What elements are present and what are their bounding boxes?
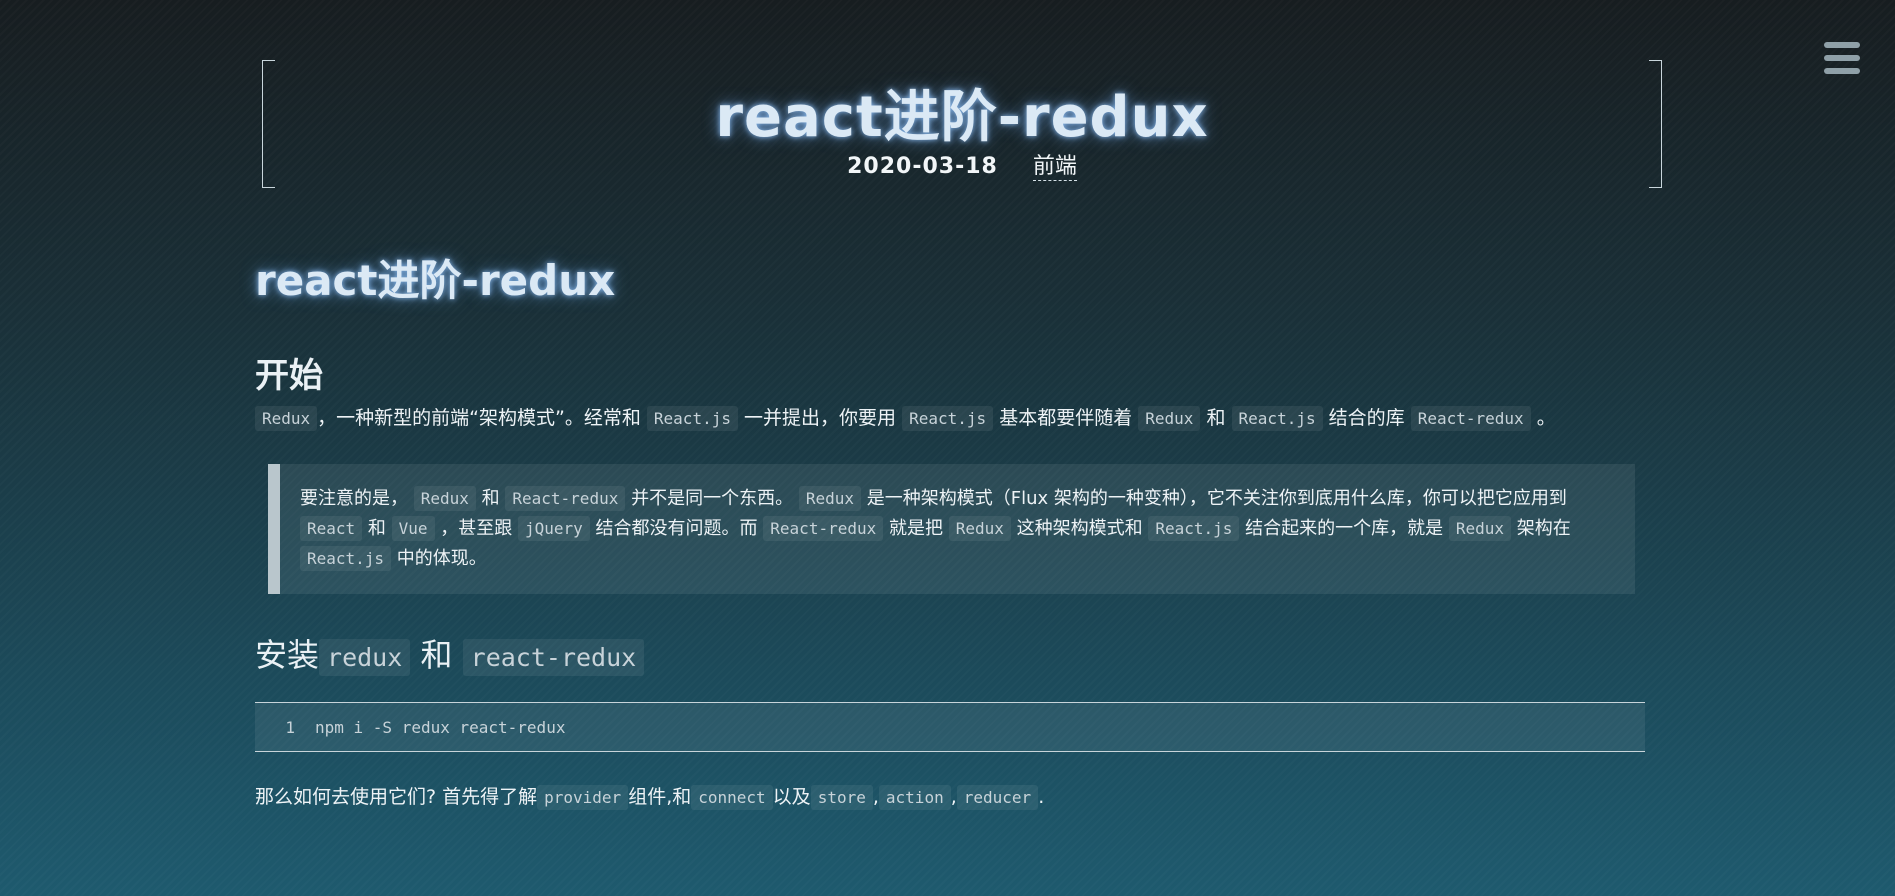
menu-toggle-button[interactable] (1824, 42, 1860, 74)
inline-code: Redux (798, 486, 861, 511)
usage-paragraph: 那么如何去使用它们? 首先得了解 provider 组件,和 connect 以及 sto… (255, 785, 1045, 810)
post-meta: 2020-03-18 前端 (262, 148, 1662, 181)
inline-code: jQuery (518, 516, 590, 541)
inline-code: React (300, 516, 363, 541)
inline-code: store (810, 785, 873, 810)
inline-code: Redux (1138, 406, 1201, 431)
inline-code: reducer (956, 785, 1039, 810)
code-line: npm i -S redux react-redux (315, 717, 566, 737)
inline-code: React-redux (763, 516, 884, 541)
hamburger-icon-bar (1824, 42, 1860, 48)
inline-code: Redux (255, 406, 318, 431)
post-date: 2020-03-18 (847, 154, 998, 179)
intro-paragraph: Redux ，一种新型的前端“架构模式”。经常和 React.js 一并提出，你要… (255, 403, 1645, 434)
inline-code: Redux (413, 486, 476, 511)
section-install: 安装 redux 和 react-redux (255, 630, 1645, 676)
hamburger-icon-bar (1824, 55, 1860, 61)
inline-code: React.js (300, 546, 392, 571)
inline-code: React.js (1231, 406, 1323, 431)
inline-code: React-redux (505, 486, 626, 511)
inline-code: React.js (1148, 516, 1240, 541)
hamburger-icon-bar (1824, 68, 1860, 74)
note-blockquote: 要注意的是， Redux 和 React-redux 并不是同一个东西。 Red… (268, 464, 1635, 594)
inline-code: Redux (1448, 516, 1512, 541)
section-heading-start: 开始 (255, 356, 323, 396)
article-heading: react进阶-redux (255, 256, 616, 305)
post-content: react进阶-redux 开始 Redux ，一种新型的前端“架构模式”。经常和… (255, 250, 1645, 813)
inline-code: React.js (902, 406, 994, 431)
inline-code: provider (537, 785, 629, 810)
inline-code: Redux (948, 516, 1011, 541)
inline-code: action (878, 785, 951, 810)
inline-code: Vue (391, 516, 435, 541)
section-heading-install: 安装 redux 和 react-redux (255, 630, 1645, 676)
code-block: 1 npm i -S redux react-redux (255, 702, 1645, 752)
inline-code: connect (691, 785, 773, 810)
post-header: react进阶-redux 2020-03-18 前端 (262, 60, 1662, 188)
post-title: react进阶-redux (715, 85, 1209, 150)
inline-code: React-redux (1410, 406, 1531, 431)
line-number: 1 (285, 717, 295, 737)
inline-code: React.js (646, 406, 738, 431)
post-category-link[interactable]: 前端 (1032, 154, 1077, 181)
section-start: 开始 Redux ，一种新型的前端“架构模式”。经常和 React.js 一并提出… (255, 348, 1645, 434)
inline-code: redux (319, 639, 411, 676)
inline-code: react-redux (462, 639, 645, 676)
